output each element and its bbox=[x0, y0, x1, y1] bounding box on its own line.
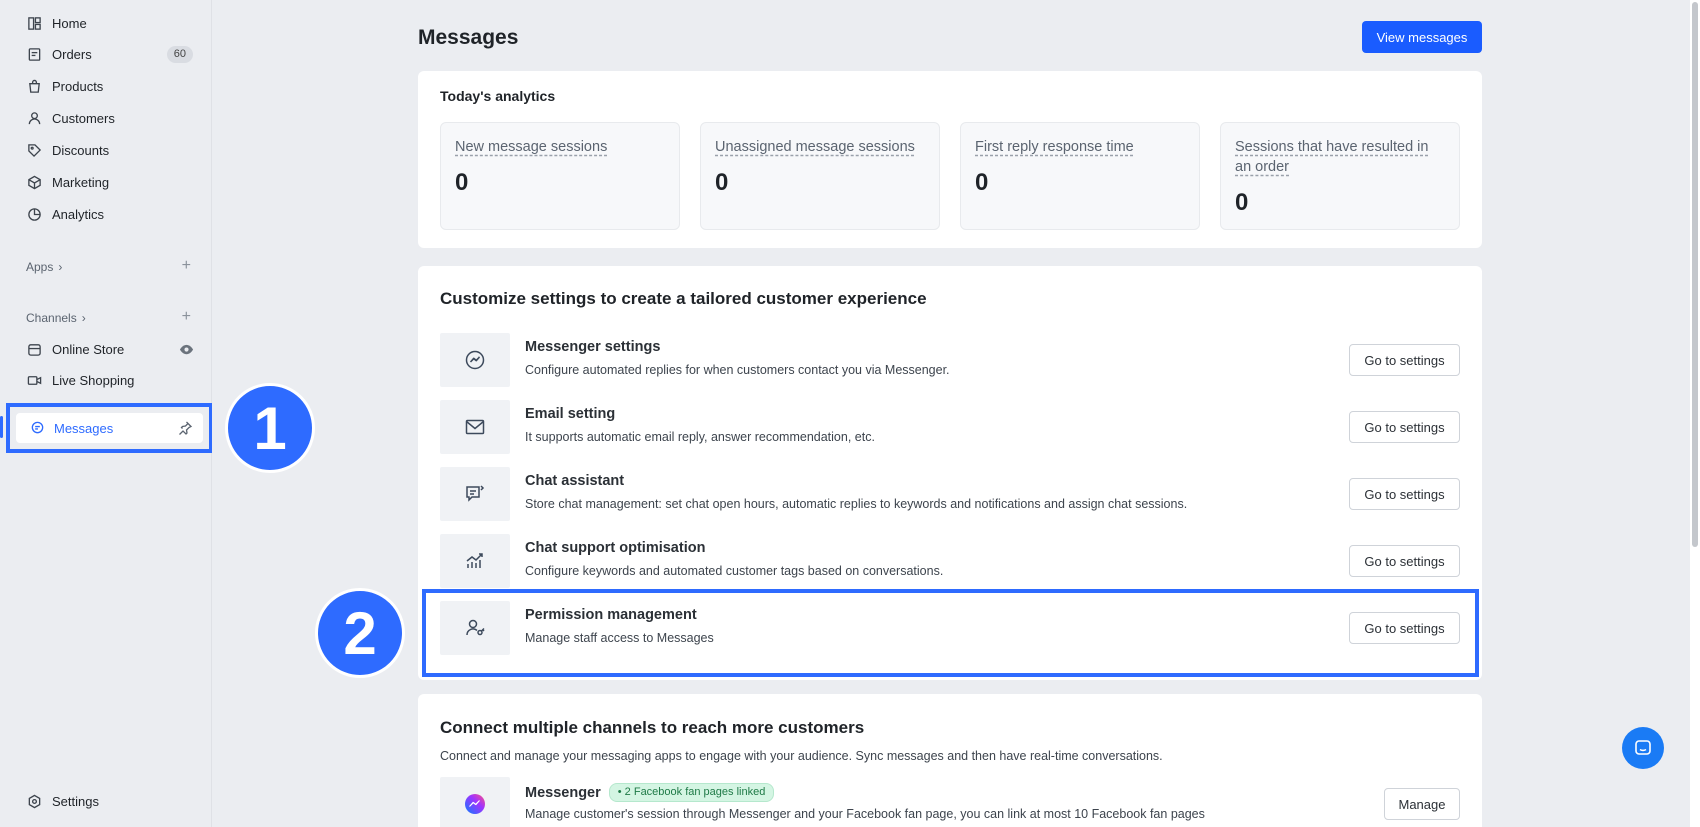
stat-value: 0 bbox=[455, 169, 469, 196]
setting-row-desc: Store chat management: set chat open hou… bbox=[525, 497, 1188, 511]
stat-value: 0 bbox=[715, 169, 729, 196]
sidebar: Home Orders 60 Products Customers Discou… bbox=[0, 0, 213, 827]
eye-icon[interactable] bbox=[179, 342, 194, 360]
channels-section-title: Connect multiple channels to reach more … bbox=[440, 718, 865, 737]
setting-row-chat-assistant: Chat assistant Store chat management: se… bbox=[440, 467, 1460, 521]
add-channel-button[interactable]: + bbox=[182, 308, 191, 326]
sidebar-item-label: Customers bbox=[52, 110, 115, 126]
sidebar-item-label: Messages bbox=[54, 420, 114, 436]
analytics-card: Today's analytics New message sessions 0… bbox=[418, 71, 1482, 248]
scrollbar-thumb[interactable] bbox=[1692, 2, 1698, 547]
setting-row-title: Chat assistant bbox=[525, 473, 625, 489]
sidebar-item-label: Orders bbox=[52, 46, 92, 62]
sidebar-item-label: Live Shopping bbox=[52, 372, 135, 388]
go-to-settings-button[interactable]: Go to settings bbox=[1349, 478, 1460, 510]
messenger-logo-icon bbox=[440, 777, 510, 827]
view-messages-button[interactable]: View messages bbox=[1362, 21, 1482, 53]
setting-row-chat-optimisation: Chat support optimisation Configure keyw… bbox=[440, 534, 1460, 588]
discounts-icon bbox=[26, 142, 42, 158]
channels-card: Connect multiple channels to reach more … bbox=[418, 694, 1482, 827]
customers-icon bbox=[26, 110, 42, 126]
add-app-button[interactable]: + bbox=[182, 257, 191, 275]
go-to-settings-button[interactable]: Go to settings bbox=[1349, 545, 1460, 577]
sidebar-item-label: Settings bbox=[52, 793, 99, 809]
stat-sessions-order: Sessions that have resulted in an order … bbox=[1220, 122, 1460, 230]
manage-button[interactable]: Manage bbox=[1384, 788, 1460, 820]
sidebar-item-home[interactable]: Home bbox=[0, 8, 212, 38]
sidebar-item-settings[interactable]: Settings bbox=[0, 786, 212, 816]
messages-icon bbox=[30, 420, 46, 436]
setting-row-title: Email setting bbox=[525, 406, 616, 422]
email-icon bbox=[440, 400, 510, 454]
video-icon bbox=[26, 372, 42, 388]
orders-count-badge: 60 bbox=[166, 46, 193, 63]
sidebar-item-analytics[interactable]: Analytics bbox=[0, 199, 212, 229]
sidebar-item-label: Products bbox=[52, 78, 104, 94]
sidebar-item-label: Home bbox=[52, 15, 87, 31]
marketing-icon bbox=[26, 174, 42, 190]
sidebar-item-marketing[interactable]: Marketing bbox=[0, 167, 212, 197]
sidebar-item-messages[interactable]: Messages bbox=[16, 413, 203, 443]
chat-bubble-icon bbox=[1635, 740, 1651, 755]
permission-highlight-box bbox=[422, 589, 1479, 677]
stat-new-sessions: New message sessions 0 bbox=[440, 122, 680, 230]
analytics-title: Today's analytics bbox=[440, 88, 556, 104]
chevron-right-icon: › bbox=[81, 311, 86, 325]
analytics-icon bbox=[26, 206, 42, 222]
setting-row-desc: Configure automated replies for when cus… bbox=[525, 363, 950, 377]
stat-label[interactable]: First reply response time bbox=[975, 137, 1185, 157]
stat-label[interactable]: New message sessions bbox=[455, 137, 665, 157]
settings-section-title: Customize settings to create a tailored … bbox=[440, 289, 927, 308]
sidebar-item-online-store[interactable]: Online Store bbox=[0, 334, 212, 364]
setting-row-title: Chat support optimisation bbox=[525, 540, 706, 556]
sidebar-item-label: Online Store bbox=[52, 341, 125, 357]
sidebar-item-label: Marketing bbox=[52, 174, 110, 190]
stat-value: 0 bbox=[1235, 189, 1249, 216]
sidebar-item-customers[interactable]: Customers bbox=[0, 103, 212, 133]
pin-icon[interactable] bbox=[177, 420, 193, 436]
setting-row-desc: Configure keywords and automated custome… bbox=[525, 564, 944, 578]
stat-first-reply-time: First reply response time 0 bbox=[960, 122, 1200, 230]
orders-icon bbox=[26, 46, 42, 62]
sidebar-item-live-shopping[interactable]: Live Shopping bbox=[0, 365, 212, 395]
setting-row-email: Email setting It supports automatic emai… bbox=[440, 400, 1460, 454]
chart-up-icon bbox=[440, 534, 510, 588]
messenger-outline-icon bbox=[440, 333, 510, 387]
channel-row-messenger: Messenger • 2 Facebook fan pages linked M… bbox=[440, 777, 1460, 827]
chat-launcher-button[interactable] bbox=[1622, 727, 1664, 769]
linked-pages-badge: • 2 Facebook fan pages linked bbox=[608, 783, 775, 802]
go-to-settings-button[interactable]: Go to settings bbox=[1349, 344, 1460, 376]
setting-row-desc: It supports automatic email reply, answe… bbox=[525, 430, 875, 444]
page-title: Messages bbox=[418, 26, 519, 49]
settings-icon bbox=[26, 793, 42, 809]
chat-assistant-icon bbox=[440, 467, 510, 521]
setting-row-messenger: Messenger settings Configure automated r… bbox=[440, 333, 1460, 387]
sidebar-item-label: Discounts bbox=[52, 142, 110, 158]
sidebar-item-products[interactable]: Products bbox=[0, 71, 212, 101]
channels-section-toggle[interactable]: Channels › bbox=[26, 311, 86, 325]
step-1-marker: 1 bbox=[225, 383, 315, 473]
products-icon bbox=[26, 78, 42, 94]
messages-highlight-box: Messages bbox=[6, 403, 213, 453]
page-scrollbar[interactable] bbox=[1690, 0, 1700, 827]
chevron-right-icon: › bbox=[58, 260, 63, 274]
home-icon bbox=[26, 15, 42, 31]
app-frame: Home Orders 60 Products Customers Discou… bbox=[0, 0, 1700, 827]
sidebar-item-orders[interactable]: Orders 60 bbox=[0, 39, 212, 69]
channels-section-desc: Connect and manage your messaging apps t… bbox=[440, 749, 1163, 763]
active-indicator bbox=[0, 416, 3, 438]
setting-row-title: Messenger settings bbox=[525, 339, 661, 355]
sidebar-item-discounts[interactable]: Discounts bbox=[0, 135, 212, 165]
apps-section-toggle[interactable]: Apps › bbox=[26, 260, 62, 274]
stat-value: 0 bbox=[975, 169, 989, 196]
go-to-settings-button[interactable]: Go to settings bbox=[1349, 411, 1460, 443]
stat-label[interactable]: Unassigned message sessions bbox=[715, 137, 925, 157]
sidebar-item-label: Analytics bbox=[52, 206, 105, 222]
store-icon bbox=[26, 341, 42, 357]
stat-unassigned-sessions: Unassigned message sessions 0 bbox=[700, 122, 940, 230]
step-2-marker: 2 bbox=[315, 588, 405, 678]
channel-row-desc: Manage customer's session through Messen… bbox=[525, 807, 1205, 821]
stat-label[interactable]: Sessions that have resulted in an order bbox=[1235, 137, 1445, 177]
channel-row-title: Messenger • 2 Facebook fan pages linked bbox=[525, 783, 775, 802]
